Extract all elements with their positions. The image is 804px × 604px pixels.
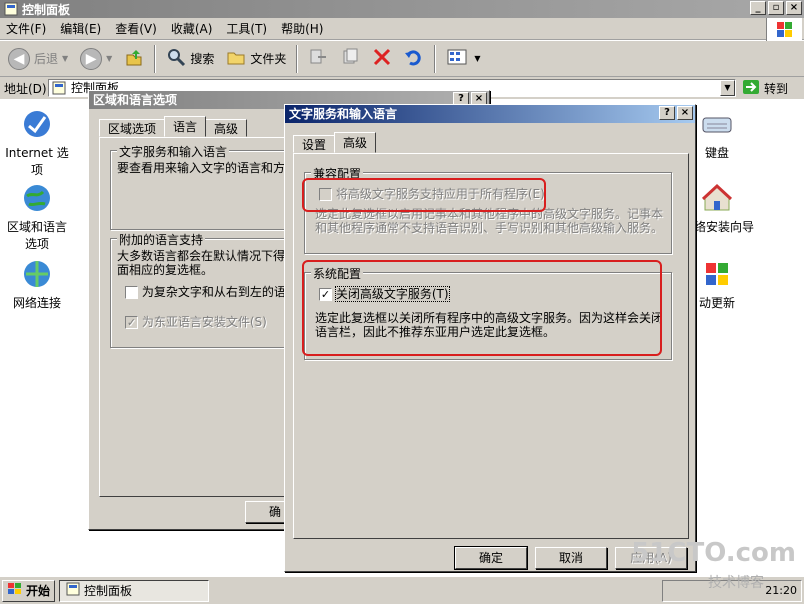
folders-label: 文件夹	[250, 52, 287, 66]
forward-dropdown-icon: ▼	[106, 54, 113, 63]
minimize-button[interactable]: _	[750, 1, 766, 15]
annotation-highlight	[302, 260, 662, 356]
cp-item-label: 网络连接	[12, 296, 61, 310]
delete-x-icon	[372, 47, 392, 70]
copy-to-button[interactable]	[336, 45, 364, 73]
up-folder-button[interactable]	[120, 45, 148, 73]
globe-icon	[21, 182, 53, 214]
address-dropdown-button[interactable]: ▼	[720, 80, 735, 96]
start-label: 开始	[26, 584, 51, 598]
address-cp-icon	[52, 81, 66, 98]
group-legend: 文字服务和输入语言	[117, 143, 230, 160]
group-legend: 附加的语言支持	[117, 231, 206, 248]
control-panel-icon	[4, 2, 18, 16]
cp-item-network[interactable]: 网络连接	[0, 258, 74, 311]
menu-help[interactable]: 帮助(H)	[281, 20, 323, 37]
start-button[interactable]: 开始	[2, 579, 56, 602]
windows-logo-icon	[766, 18, 802, 42]
close-button[interactable]: ×	[786, 1, 802, 15]
restore-button[interactable]: ▫	[768, 1, 784, 15]
views-dropdown-icon: ▼	[474, 54, 481, 63]
cancel-button[interactable]: 取消	[535, 547, 607, 569]
east-asian-checkbox[interactable]: ✓	[125, 316, 138, 329]
complex-script-checkbox[interactable]	[125, 286, 138, 299]
undo-button[interactable]	[400, 45, 428, 73]
text-services-titlebar: 文字服务和输入语言 ? ×	[285, 105, 695, 123]
house-icon	[701, 182, 733, 214]
windows-flag-icon	[7, 582, 23, 599]
back-label: 后退	[34, 52, 59, 66]
ok-button[interactable]: 确定	[454, 546, 528, 570]
address-label: 地址(D)	[4, 81, 47, 96]
group-description: 要查看用来输入文字的语言和方	[117, 161, 286, 175]
checkbox-label: 为复杂文字和从右到左的语	[141, 285, 286, 299]
close-button[interactable]: ×	[677, 106, 693, 120]
cp-item-internet-options[interactable]: Internet 选项	[0, 108, 74, 178]
tab-advanced[interactable]: 高级	[334, 132, 377, 153]
text-services-title: 文字服务和输入语言	[289, 107, 398, 121]
move-to-button[interactable]	[304, 45, 332, 73]
copy-to-icon	[340, 47, 360, 70]
text-services-tabs: 设置 高级	[293, 132, 377, 153]
move-to-icon	[308, 47, 328, 70]
menu-favorites[interactable]: 收藏(A)	[171, 20, 213, 37]
folder-icon	[226, 47, 246, 70]
text-services-group: 文字服务和输入语言 要查看用来输入文字的语言和方	[110, 143, 310, 230]
cp-item-regional-language[interactable]: 区域和语言选项	[0, 182, 74, 252]
regional-dialog-title: 区域和语言选项	[93, 93, 178, 107]
views-grid-icon	[446, 47, 470, 70]
keyboard-icon	[701, 108, 733, 140]
windows-flag-icon	[701, 258, 733, 290]
watermark-sub: 技术博客	[708, 575, 764, 591]
network-globe-icon	[21, 258, 53, 290]
back-button[interactable]: ◀ 后退 ▼	[4, 45, 72, 73]
search-label: 搜索	[190, 52, 215, 66]
toolbar: ◀ 后退 ▼ ▶ ▼ 搜索 文件夹 ▼	[0, 41, 804, 77]
toolbar-separator	[296, 44, 299, 73]
taskbar: 开始 控制面板 21:20	[0, 576, 804, 604]
taskbar-item-label: 控制面板	[84, 584, 133, 598]
search-icon	[166, 47, 186, 70]
clock: 21:20	[765, 584, 797, 597]
go-label: 转到	[764, 81, 789, 96]
control-panel-icon	[66, 582, 80, 599]
tab-regional-options[interactable]: 区域选项	[99, 119, 166, 137]
group-description: 大多数语言都会在默认情况下得 下面相应的复选框。	[117, 249, 301, 277]
go-button[interactable]: 转到	[742, 79, 788, 97]
regional-tabs: 区域选项 语言 高级	[99, 116, 248, 137]
forward-arrow-icon: ▶	[80, 47, 103, 70]
toolbar-separator	[434, 44, 437, 73]
cp-item-label: Internet 选项	[5, 146, 69, 177]
menu-tools[interactable]: 工具(T)	[226, 20, 267, 37]
forward-button[interactable]: ▶ ▼	[76, 45, 116, 73]
search-button[interactable]: 搜索	[162, 45, 218, 73]
delete-button[interactable]	[368, 45, 396, 73]
tab-languages[interactable]: 语言	[164, 116, 207, 137]
back-arrow-icon: ◀	[8, 47, 30, 70]
annotation-highlight	[302, 178, 546, 212]
up-folder-icon	[124, 47, 144, 70]
undo-arrow-icon	[404, 47, 424, 70]
watermark: 51CTO.com	[631, 538, 796, 568]
cp-item-label: 区域和语言选项	[6, 220, 67, 251]
taskbar-item-control-panel[interactable]: 控制面板	[59, 579, 210, 602]
explorer-titlebar: 控制面板 _ ▫ ×	[0, 0, 804, 18]
checkbox-label: 为东亚语言安装文件(S)	[141, 315, 267, 329]
toolbar-separator	[154, 44, 157, 73]
menu-file[interactable]: 文件(F)	[6, 20, 46, 37]
menu-bar: 文件(F) 编辑(E) 查看(V) 收藏(A) 工具(T) 帮助(H)	[0, 18, 804, 40]
tab-advanced[interactable]: 高级	[205, 119, 248, 137]
internet-options-icon	[21, 108, 53, 140]
back-dropdown-icon: ▼	[62, 54, 69, 63]
window-title: 控制面板	[22, 2, 71, 17]
menu-edit[interactable]: 编辑(E)	[60, 20, 101, 37]
views-button[interactable]: ▼	[442, 45, 484, 73]
folders-button[interactable]: 文件夹	[222, 45, 290, 73]
help-button[interactable]: ?	[659, 106, 675, 120]
go-arrow-icon	[742, 79, 760, 98]
supplemental-language-group: 附加的语言支持 大多数语言都会在默认情况下得 下面相应的复选框。 为复杂文字和从…	[110, 231, 310, 348]
tab-settings[interactable]: 设置	[293, 135, 336, 153]
menu-view[interactable]: 查看(V)	[115, 20, 157, 37]
